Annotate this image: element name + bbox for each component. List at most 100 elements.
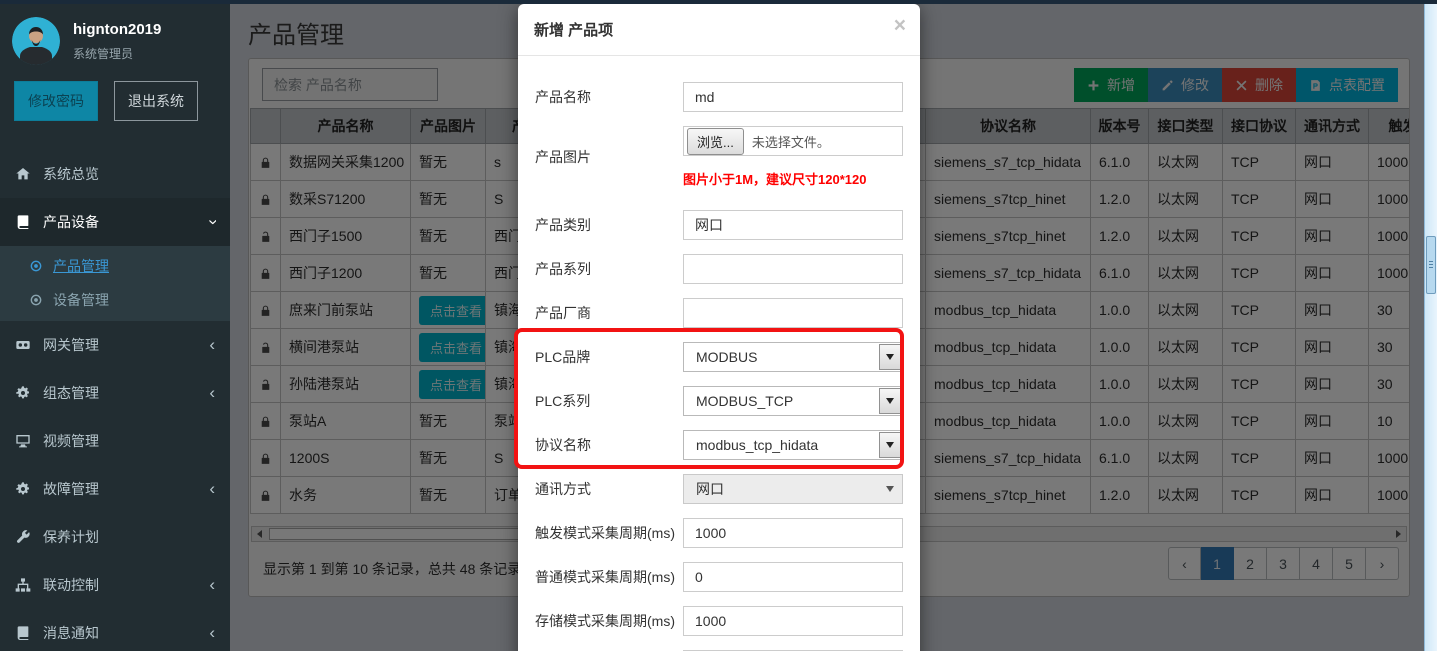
caret-down-icon (886, 442, 894, 448)
sidebar-item-device-management[interactable]: 设备管理 (0, 283, 230, 317)
chevron-down-icon: ‹ (207, 219, 217, 225)
normal-period-input[interactable] (683, 562, 903, 592)
chevron-left-icon: ‹ (209, 484, 215, 494)
dot-circle-icon (29, 293, 43, 307)
sidebar-buttons: 修改密码 退出系统 (0, 75, 230, 121)
plc-series-select[interactable]: MODBUS_TCP (683, 386, 903, 416)
sidebar-submenu: 产品管理设备管理 (0, 246, 230, 321)
sidebar-item-linkage-control[interactable]: 联动控制 ‹ (0, 561, 230, 609)
field-label: PLC系列 (535, 391, 683, 411)
field-label: 产品类别 (535, 215, 683, 235)
logout-button[interactable]: 退出系统 (114, 81, 198, 121)
chevron-left-icon: ‹ (209, 628, 215, 638)
field-trigger-period: 触发模式采集周期(ms) (535, 518, 903, 548)
modal-title: 新增 产品项 (534, 22, 613, 39)
sidebar-item-label: 设备管理 (53, 290, 109, 310)
image-size-hint: 图片小于1M，建议尺寸120*120 (683, 169, 903, 188)
sidebar-item-label: 保养计划 (43, 527, 99, 547)
dot-circle-icon (29, 259, 43, 273)
username: hignton2019 (73, 21, 161, 38)
user-info: hignton2019 系统管理员 (73, 21, 161, 62)
change-password-button[interactable]: 修改密码 (14, 81, 98, 121)
modal-body: 产品名称产品图片浏览...未选择文件。图片小于1M，建议尺寸120*120产品类… (518, 56, 920, 651)
field-protocol-name: 协议名称modbus_tcp_hidata (535, 430, 903, 460)
sidebar-item-video-management[interactable]: 视频管理 (0, 417, 230, 465)
protocol-name-select[interactable]: modbus_tcp_hidata (683, 430, 903, 460)
caret-down-icon (886, 398, 894, 404)
sidebar-item-label: 产品管理 (53, 256, 109, 276)
field-normal-period: 普通模式采集周期(ms) (535, 562, 903, 592)
field-label: 触发模式采集周期(ms) (535, 523, 683, 543)
sidebar-item-gateway-management[interactable]: 网关管理‹ (0, 321, 230, 369)
cogs-icon (15, 385, 31, 401)
selected-value: 网口 (684, 475, 878, 503)
sitemap-icon (15, 577, 31, 593)
window-vertical-scrollbar[interactable] (1424, 4, 1437, 651)
field-label: 产品名称 (535, 87, 683, 107)
sidebar-item-label: 视频管理 (43, 431, 99, 451)
chevron-left-icon: ‹ (209, 340, 215, 350)
field-label: 存储模式采集周期(ms) (535, 611, 683, 631)
modal-header: 新增 产品项 × (518, 4, 920, 56)
field-product-vendor: 产品厂商 (535, 298, 903, 328)
field-product-image: 产品图片浏览...未选择文件。图片小于1M，建议尺寸120*120 (535, 126, 903, 188)
dropdown-button[interactable] (879, 344, 901, 370)
cogs-icon (15, 481, 31, 497)
field-plc-series: PLC系列MODBUS_TCP (535, 386, 903, 416)
sidebar-item-configuration-management[interactable]: 组态管理‹ (0, 369, 230, 417)
wrench-icon (15, 529, 31, 545)
product-name-input[interactable] (683, 82, 903, 112)
sidebar: hignton2019 系统管理员 修改密码 退出系统 系统总览产品设备 ‹ 产品管… (0, 4, 230, 651)
product-series-input[interactable] (683, 254, 903, 284)
application-window: hignton2019 系统管理员 修改密码 退出系统 系统总览产品设备 ‹ 产品管… (0, 0, 1437, 651)
sidebar-item-label: 产品设备 (43, 212, 99, 232)
browse-button[interactable]: 浏览... (687, 128, 744, 155)
field-label: 普通模式采集周期(ms) (535, 567, 683, 587)
file-status-text: 未选择文件。 (752, 132, 830, 151)
top-border-bar (0, 0, 1437, 4)
field-label: 产品系列 (535, 259, 683, 279)
product-category-input[interactable] (683, 210, 903, 240)
user-panel: hignton2019 系统管理员 (0, 4, 230, 75)
field-comm-mode: 通讯方式网口 (535, 474, 903, 504)
sidebar-item-label: 故障管理 (43, 479, 99, 499)
sidebar-item-fault-management[interactable]: 故障管理 ‹ (0, 465, 230, 513)
user-role: 系统管理员 (73, 45, 161, 62)
add-product-modal: 新增 产品项 × 产品名称产品图片浏览...未选择文件。图片小于1M，建议尺寸1… (518, 4, 920, 651)
sidebar-item-product-management[interactable]: 产品管理 (0, 249, 230, 283)
plc-brand-select[interactable]: MODBUS (683, 342, 903, 372)
field-product-series: 产品系列 (535, 254, 903, 284)
product-image-file-input[interactable]: 浏览... 未选择文件。 (683, 126, 903, 156)
dropdown-button[interactable] (879, 476, 901, 502)
sidebar-menu: 系统总览产品设备‹产品管理设备管理网关管理‹组态管理‹视频管理故障管理‹保养计划… (0, 150, 230, 651)
vertical-scrollbar-thumb[interactable] (1426, 236, 1436, 294)
sidebar-item-label: 组态管理 (43, 383, 99, 403)
caret-down-icon (886, 486, 894, 492)
trigger-period-input[interactable] (683, 518, 903, 548)
comm-mode-select[interactable]: 网口 (683, 474, 903, 504)
book-icon (15, 214, 31, 230)
desktop-icon (15, 433, 31, 449)
dropdown-button[interactable] (879, 432, 901, 458)
storage-period-input[interactable] (683, 606, 903, 636)
close-icon[interactable]: × (894, 15, 906, 36)
chevron-left-icon: ‹ (209, 580, 215, 590)
home-icon (15, 166, 31, 182)
selected-value: modbus_tcp_hidata (684, 431, 878, 459)
caret-down-icon (886, 354, 894, 360)
product-vendor-input[interactable] (683, 298, 903, 328)
field-label: PLC品牌 (535, 347, 683, 367)
sidebar-item-system-overview[interactable]: 系统总览 (0, 150, 230, 198)
sidebar-item-product-device[interactable]: 产品设备 ‹ (0, 198, 230, 246)
field-product-category: 产品类别 (535, 210, 903, 240)
selected-value: MODBUS (684, 343, 878, 371)
sidebar-item-message-notification[interactable]: 消息通知 ‹ (0, 609, 230, 651)
sidebar-item-label: 联动控制 (43, 575, 99, 595)
selected-value: MODBUS_TCP (684, 387, 878, 415)
field-storage-period: 存储模式采集周期(ms) (535, 606, 903, 636)
sidebar-item-label: 系统总览 (43, 164, 99, 184)
sidebar-item-maintenance-plan[interactable]: 保养计划 (0, 513, 230, 561)
dropdown-button[interactable] (879, 388, 901, 414)
field-product-name: 产品名称 (535, 82, 903, 112)
sidebar-item-label: 消息通知 (43, 623, 99, 643)
